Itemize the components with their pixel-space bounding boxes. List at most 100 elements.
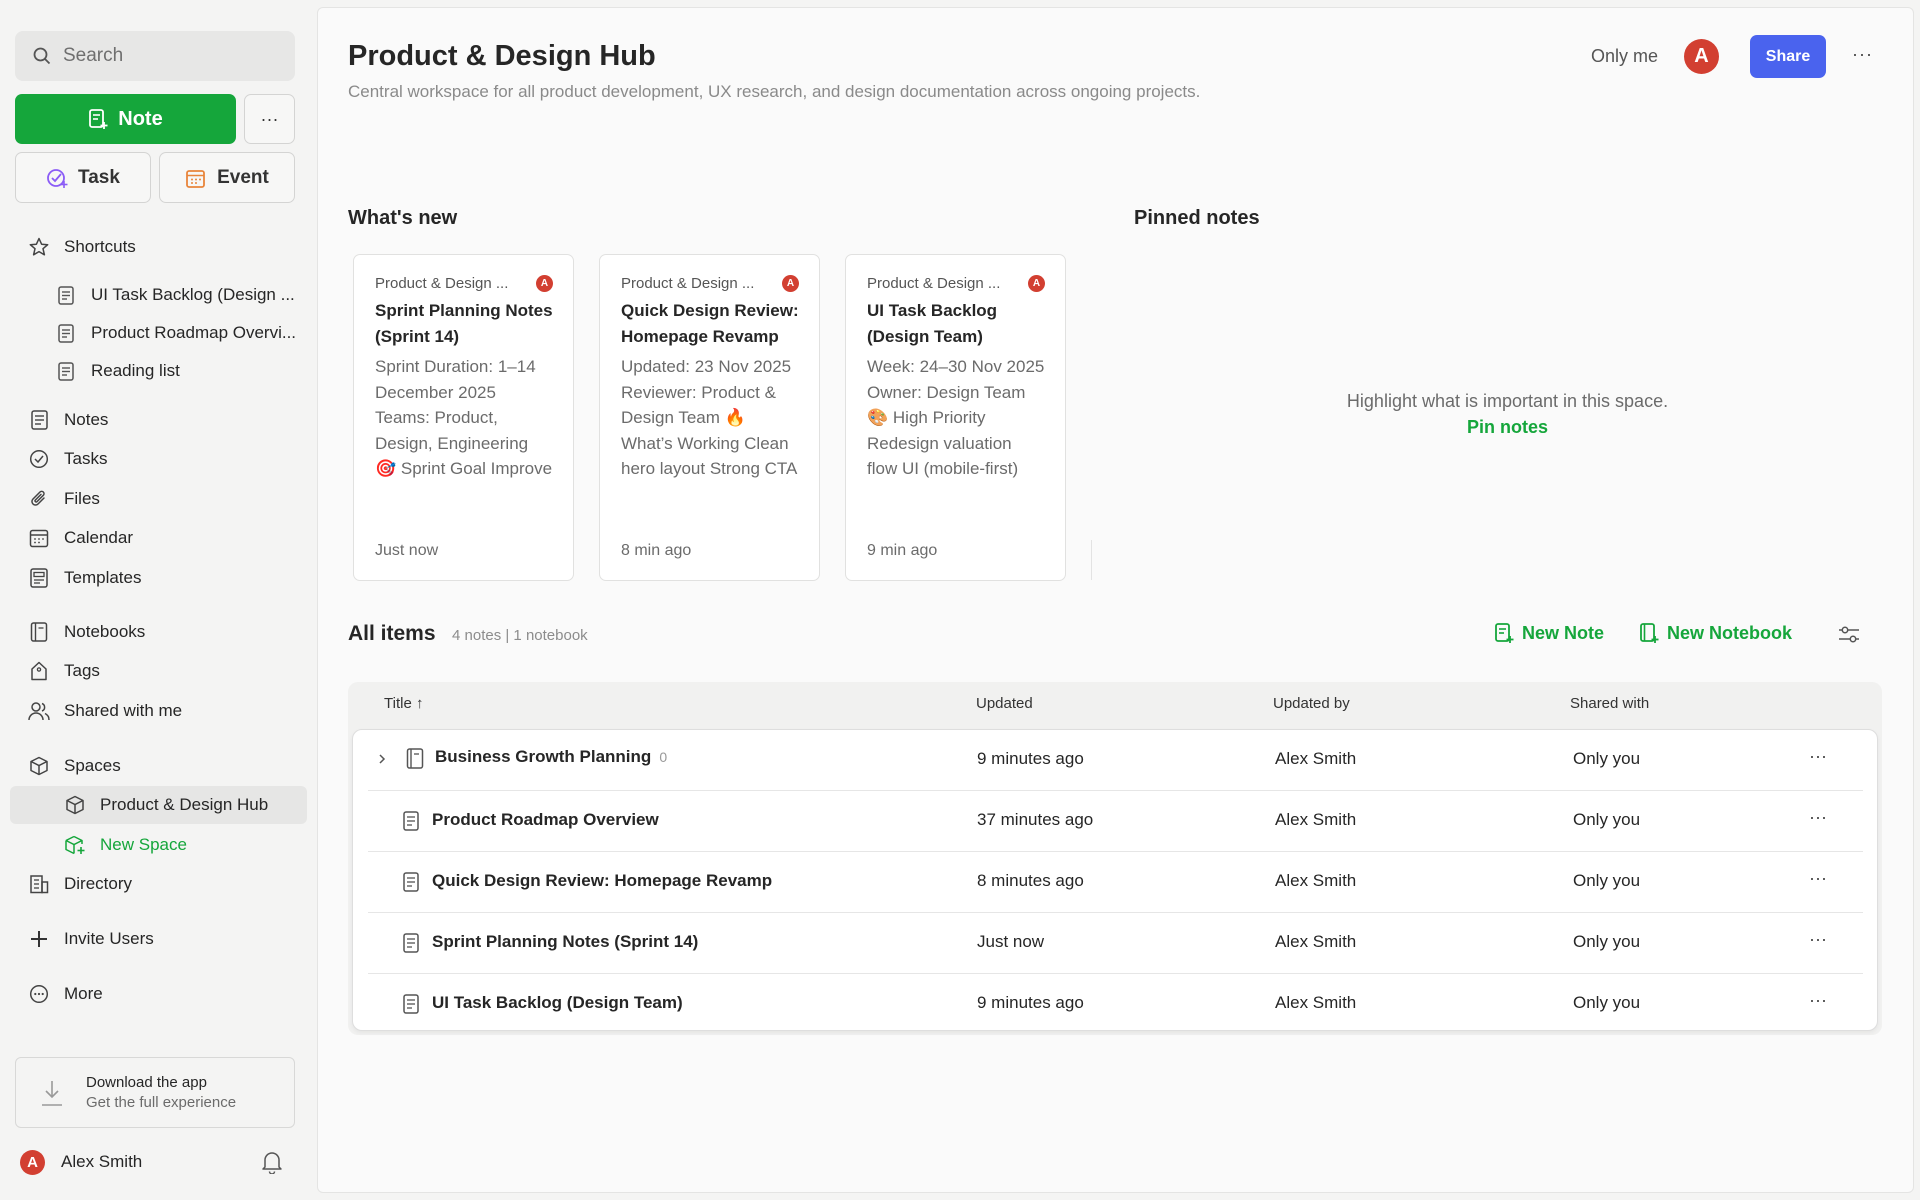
shortcut-item[interactable]: Reading list (55, 360, 180, 382)
directory-label: Directory (64, 874, 133, 893)
share-button[interactable]: Share (1750, 35, 1826, 78)
table-row[interactable]: Sprint Planning Notes (Sprint 14) Just n… (368, 913, 1863, 974)
item-updated-by: Alex Smith (1275, 932, 1357, 951)
table-row[interactable]: Product Roadmap Overview 37 minutes ago … (368, 791, 1863, 852)
sidebar-item-shortcuts[interactable]: Shortcuts (28, 236, 136, 258)
row-more-icon[interactable]: ··· (1809, 868, 1827, 889)
table-row[interactable]: UI Task Backlog (Design Team) 9 minutes … (368, 974, 1863, 1035)
bell-icon[interactable] (261, 1150, 283, 1174)
column-updated[interactable]: Updated (976, 695, 1033, 712)
note-add-icon (88, 108, 108, 130)
user-name[interactable]: Alex Smith (61, 1152, 142, 1172)
item-updated-by: Alex Smith (1275, 749, 1357, 768)
notebook-icon (28, 621, 50, 643)
recent-note-card[interactable]: Product & Design ... A UI Task Backlog (D… (845, 254, 1066, 581)
invite-label: Invite Users (64, 929, 154, 948)
sidebar-item-notebooks[interactable]: Notebooks (28, 621, 145, 643)
filter-settings-icon[interactable] (1838, 625, 1860, 645)
card-avatar: A (536, 275, 553, 292)
sidebar-item-files[interactable]: Files (28, 488, 100, 510)
tasks-check-icon (28, 448, 50, 470)
paperclip-icon (28, 488, 50, 510)
sidebar-item-more[interactable]: More (28, 983, 103, 1005)
new-space-button[interactable]: New Space (64, 834, 187, 856)
search-input[interactable]: Search (15, 31, 295, 81)
download-subtitle: Get the full experience (86, 1094, 237, 1111)
search-placeholder: Search (63, 45, 124, 66)
sidebar-item-product-design-hub[interactable]: Product & Design Hub (64, 794, 268, 816)
card-preview: Week: 24–30 Nov 2025 Owner: Design Team … (867, 357, 1045, 478)
item-title[interactable]: Business Growth Planning 0 (435, 747, 667, 767)
note-icon (55, 322, 77, 344)
scroll-divider (1091, 540, 1092, 580)
column-title[interactable]: Title ↑ (384, 695, 423, 712)
item-updated-by: Alex Smith (1275, 810, 1357, 829)
sidebar-item-tags[interactable]: Tags (28, 660, 100, 682)
new-note-label: New Note (1522, 622, 1605, 643)
row-more-icon[interactable]: ··· (1809, 929, 1827, 950)
row-more-icon[interactable]: ··· (1809, 807, 1827, 828)
table-row[interactable]: Quick Design Review: Homepage Revamp 8 m… (368, 852, 1863, 913)
item-title[interactable]: Sprint Planning Notes (Sprint 14) (432, 932, 698, 952)
sidebar-item-spaces[interactable]: Spaces (28, 755, 121, 777)
note-icon (55, 284, 77, 306)
tasks-label: Tasks (64, 449, 108, 468)
item-title[interactable]: Product Roadmap Overview (432, 810, 659, 830)
event-button-label: Event (217, 166, 269, 188)
user-avatar[interactable]: A (20, 1150, 45, 1175)
item-title[interactable]: UI Task Backlog (Design Team) (432, 993, 683, 1013)
new-space-label: New Space (100, 835, 187, 854)
table-row[interactable]: Business Growth Planning 0 9 minutes ago … (368, 730, 1863, 791)
cube-icon (64, 794, 86, 816)
row-more-icon[interactable]: ··· (1809, 990, 1827, 1011)
card-avatar: A (782, 275, 799, 292)
item-title[interactable]: Quick Design Review: Homepage Revamp (432, 871, 772, 891)
new-note-button[interactable]: Note (15, 94, 236, 144)
page-more-icon[interactable]: ··· (1852, 44, 1873, 65)
page-title: Product & Design Hub (348, 40, 656, 72)
sidebar-item-directory[interactable]: Directory (28, 873, 132, 895)
shortcut-item[interactable]: UI Task Backlog (Design ... (55, 284, 295, 306)
card-time: 8 min ago (621, 542, 692, 559)
recent-note-card[interactable]: Product & Design ... A Quick Design Revie… (599, 254, 820, 581)
sidebar-item-templates[interactable]: Templates (28, 567, 141, 589)
new-event-button[interactable]: Event (159, 152, 295, 203)
note-icon (403, 811, 419, 831)
column-updated-by[interactable]: Updated by (1273, 695, 1350, 712)
sidebar-item-calendar[interactable]: Calendar (28, 527, 133, 549)
task-button-label: Task (78, 166, 120, 188)
item-shared-with: Only you (1573, 932, 1641, 951)
sidebar-item-notes[interactable]: Notes (28, 409, 108, 431)
notebook-icon (406, 748, 424, 770)
item-shared-with: Only you (1573, 810, 1641, 829)
visibility-selector[interactable]: Only me (1591, 46, 1658, 67)
plus-icon (28, 928, 50, 950)
new-task-button[interactable]: Task (15, 152, 151, 203)
note-icon (55, 360, 77, 382)
templates-label: Templates (64, 568, 142, 587)
column-shared-with[interactable]: Shared with (1570, 695, 1649, 712)
event-calendar-icon (185, 167, 207, 189)
card-title: UI Task Backlog (Design Team) (867, 301, 998, 346)
row-more-icon[interactable]: ··· (1809, 746, 1827, 767)
invite-users-button[interactable]: Invite Users (28, 928, 154, 950)
calendar-label: Calendar (64, 528, 133, 547)
item-updated-by: Alex Smith (1275, 871, 1357, 890)
shortcut-label: Reading list (91, 361, 180, 380)
sidebar-item-tasks[interactable]: Tasks (28, 448, 107, 470)
owner-avatar[interactable]: A (1684, 39, 1719, 74)
shortcut-item[interactable]: Product Roadmap Overvi... (55, 322, 296, 344)
item-updated: 8 minutes ago (977, 871, 1084, 890)
create-more-button[interactable]: ··· (244, 94, 295, 144)
shared-label: Shared with me (64, 701, 183, 720)
sidebar-item-shared[interactable]: Shared with me (28, 700, 182, 722)
chevron-right-icon[interactable] (377, 752, 387, 766)
building-icon (28, 873, 50, 895)
recent-note-card[interactable]: Product & Design ... A Sprint Planning No… (353, 254, 574, 581)
download-app-banner[interactable]: Download the app Get the full experience (15, 1057, 295, 1128)
notebook-add-icon (1639, 622, 1659, 644)
pin-notes-link[interactable]: Pin notes (1100, 414, 1915, 440)
items-count: 4 notes | 1 notebook (452, 627, 588, 644)
new-notebook-action[interactable]: New Notebook (1639, 622, 1792, 644)
new-note-action[interactable]: New Note (1494, 622, 1604, 644)
